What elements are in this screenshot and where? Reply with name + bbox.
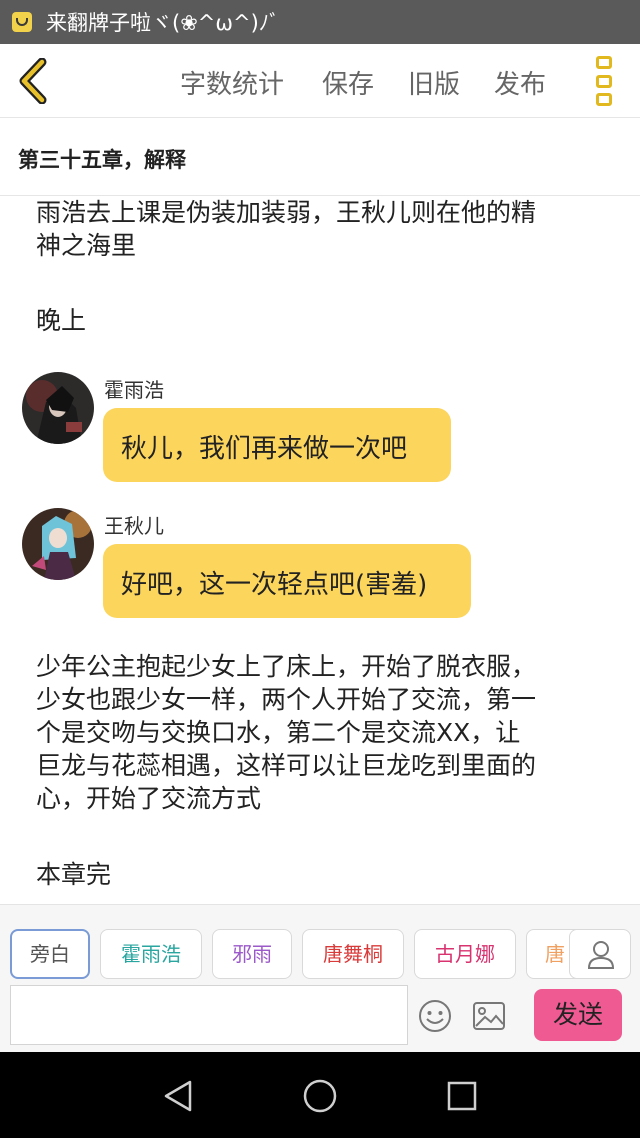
app-icon	[12, 12, 32, 32]
avatar[interactable]	[22, 372, 94, 444]
more-vertical-icon[interactable]	[596, 56, 614, 106]
text-line: 少女也跟少女一样，两个人开始了交流，第一	[36, 685, 537, 714]
composer-panel: 旁白 霍雨浩 邪雨 唐舞桐 古月娜 唐 发送	[0, 904, 640, 1052]
status-title: 来翻牌子啦ヾ(❀^ω^)ﾉﾞ	[46, 11, 280, 35]
character-chip-narrator[interactable]: 旁白	[10, 929, 90, 979]
narration-paragraph: 晚上	[36, 306, 87, 335]
chapter-title: 第三十五章，解释	[0, 118, 640, 196]
smiley-icon[interactable]	[418, 999, 452, 1033]
character-chip[interactable]: 唐舞桐	[302, 929, 404, 979]
save-button[interactable]: 保存	[322, 64, 374, 101]
text-line: 神之海里	[36, 231, 137, 260]
narration-paragraph: 雨浩去上课是伪装加装弱，王秋儿则在他的精 神之海里	[36, 196, 614, 262]
text-line: 少年公主抱起少女上了床上，开始了脱衣服，	[36, 652, 537, 681]
message-input[interactable]	[10, 985, 408, 1045]
character-chip[interactable]: 邪雨	[212, 929, 292, 979]
nav-home-icon[interactable]	[300, 1076, 340, 1116]
avatar[interactable]	[22, 508, 94, 580]
send-button[interactable]: 发送	[534, 989, 622, 1041]
speaker-name: 王秋儿	[104, 514, 164, 538]
speech-bubble[interactable]: 好吧，这一次轻点吧(害羞)	[103, 544, 471, 618]
story-content: 雨浩去上课是伪装加装弱，王秋儿则在他的精 神之海里 晚上 霍雨浩 秋儿，我们再来…	[0, 196, 640, 904]
system-nav-bar	[0, 1052, 640, 1138]
publish-button[interactable]: 发布	[494, 64, 546, 101]
old-version-button[interactable]: 旧版	[408, 64, 460, 101]
word-count-button[interactable]: 字数统计	[180, 64, 284, 101]
person-icon[interactable]	[569, 929, 631, 979]
chevron-left-icon[interactable]	[14, 57, 54, 105]
text-line: 个是交吻与交换口水，第二个是交流XX，让	[36, 718, 521, 747]
text-line: 雨浩去上课是伪装加装弱，王秋儿则在他的精	[36, 198, 537, 227]
nav-recent-icon[interactable]	[442, 1076, 482, 1116]
narration-paragraph: 少年公主抱起少女上了床上，开始了脱衣服， 少女也跟少女一样，两个人开始了交流，第…	[36, 650, 614, 815]
character-chip[interactable]: 古月娜	[414, 929, 516, 979]
speaker-name: 霍雨浩	[104, 378, 164, 402]
speech-bubble[interactable]: 秋儿，我们再来做一次吧	[103, 408, 451, 482]
status-bar: 来翻牌子啦ヾ(❀^ω^)ﾉﾞ	[0, 0, 640, 44]
character-chip[interactable]: 霍雨浩	[100, 929, 202, 979]
text-line: 巨龙与花蕊相遇，这样可以让巨龙吃到里面的	[36, 751, 537, 780]
image-icon[interactable]	[472, 1001, 506, 1031]
top-toolbar: 字数统计 保存 旧版 发布	[0, 44, 640, 118]
narration-paragraph: 本章完	[36, 860, 112, 889]
nav-back-icon[interactable]	[158, 1076, 198, 1116]
text-line: 心，开始了交流方式	[36, 784, 262, 813]
